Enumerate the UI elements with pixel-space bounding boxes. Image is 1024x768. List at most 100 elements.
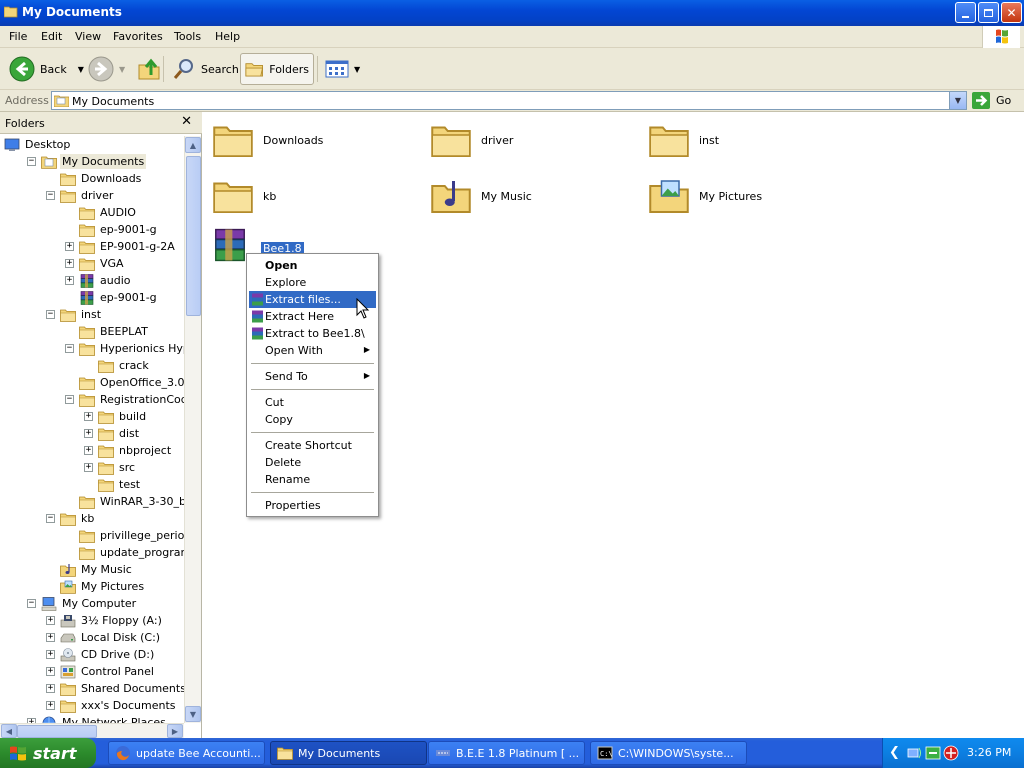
expand-icon[interactable]: + <box>84 429 93 438</box>
tree-item[interactable]: audio <box>79 272 132 289</box>
tree-item[interactable]: Local Disk (C:) <box>60 629 162 646</box>
restore-button[interactable] <box>978 2 999 23</box>
collapse-icon[interactable]: − <box>27 599 36 608</box>
context-menu-item[interactable]: Properties <box>249 497 376 514</box>
scroll-left-icon[interactable]: ◀ <box>1 724 17 738</box>
tree-item[interactable]: OpenOffice_3.0 <box>79 374 184 391</box>
file-item[interactable]: My Pictures <box>649 176 762 216</box>
tree-hscroll-thumb[interactable] <box>17 725 97 738</box>
tree-item[interactable]: driver <box>60 187 115 204</box>
expand-icon[interactable]: + <box>84 412 93 421</box>
search-button[interactable]: Search <box>168 53 243 85</box>
menu-favorites[interactable]: Favorites <box>113 30 163 43</box>
tree-item[interactable]: privillege_periode <box>79 527 184 544</box>
tree-item[interactable]: 3½ Floppy (A:) <box>60 612 164 629</box>
context-menu-item[interactable]: Cut <box>249 394 376 411</box>
expand-icon[interactable]: + <box>65 276 74 285</box>
forward-button[interactable]: ▼ <box>84 53 129 85</box>
menu-view[interactable]: View <box>75 30 101 43</box>
context-menu-item[interactable]: Send To ▶ <box>249 368 376 385</box>
tree-item[interactable]: Control Panel <box>60 663 156 680</box>
menu-edit[interactable]: Edit <box>41 30 62 43</box>
context-menu-item[interactable]: Open With ▶ <box>249 342 376 359</box>
file-item[interactable]: Downloads <box>213 120 323 160</box>
tree-item[interactable]: Shared Documents <box>60 680 184 697</box>
context-menu-item[interactable]: Extract to Bee1.8\ <box>249 325 376 342</box>
network-status-icon[interactable] <box>907 745 923 761</box>
tree-vertical-scrollbar[interactable]: ▲ ▼ <box>184 136 201 723</box>
start-button[interactable]: start <box>0 738 96 768</box>
collapse-icon[interactable]: − <box>65 344 74 353</box>
folders-pane-close-icon[interactable]: ✕ <box>181 114 192 129</box>
folders-button[interactable]: Folders <box>240 53 314 85</box>
file-item[interactable]: driver <box>431 120 513 160</box>
tree-item[interactable]: Desktop <box>4 136 72 153</box>
address-dropdown-icon[interactable]: ▼ <box>949 92 966 109</box>
collapse-icon[interactable]: − <box>46 191 55 200</box>
security-center-icon[interactable] <box>925 745 941 761</box>
tree-item[interactable]: kb <box>60 510 96 527</box>
back-button[interactable]: Back ▼ <box>5 53 88 85</box>
expand-icon[interactable]: + <box>65 259 74 268</box>
tree-item[interactable]: My Documents <box>41 153 147 170</box>
scroll-right-icon[interactable]: ▶ <box>167 724 183 738</box>
tree-item[interactable]: src <box>98 459 137 476</box>
close-button[interactable]: ✕ <box>1001 2 1022 23</box>
taskbar-button[interactable]: My Documents <box>270 741 427 765</box>
expand-icon[interactable]: + <box>46 684 55 693</box>
menu-file[interactable]: File <box>9 30 27 43</box>
tree-item[interactable]: My Pictures <box>60 578 146 595</box>
tree-scroll-thumb[interactable] <box>186 156 201 316</box>
tree-item[interactable]: CD Drive (D:) <box>60 646 156 663</box>
context-menu-item[interactable]: Delete <box>249 454 376 471</box>
scroll-up-icon[interactable]: ▲ <box>185 137 201 153</box>
file-item[interactable]: kb <box>213 176 276 216</box>
file-item[interactable]: inst <box>649 120 719 160</box>
tree-item[interactable]: My Music <box>60 561 134 578</box>
clock[interactable]: 3:26 PM <box>967 746 1011 759</box>
forward-dropdown-icon[interactable]: ▼ <box>119 65 125 74</box>
context-menu-item[interactable]: Open <box>249 257 376 274</box>
tree-item[interactable]: ep-9001-g <box>79 289 159 306</box>
address-input[interactable]: My Documents ▼ <box>51 91 967 110</box>
go-button[interactable]: Go <box>972 92 1011 109</box>
menu-tools[interactable]: Tools <box>174 30 201 43</box>
tree-item[interactable]: xxx's Documents <box>60 697 178 714</box>
up-folder-button[interactable] <box>133 53 165 85</box>
back-arrow-icon[interactable]: ❮ <box>889 745 900 760</box>
tree-item[interactable]: EP-9001-g-2A <box>79 238 177 255</box>
expand-icon[interactable]: + <box>84 446 93 455</box>
expand-icon[interactable]: + <box>46 650 55 659</box>
expand-icon[interactable]: + <box>84 463 93 472</box>
taskbar-button[interactable]: B.E.E 1.8 Platinum [ ... <box>428 741 585 765</box>
tree-item[interactable]: VGA <box>79 255 126 272</box>
collapse-icon[interactable]: − <box>46 514 55 523</box>
tree-item[interactable]: AUDIO <box>79 204 138 221</box>
expand-icon[interactable]: + <box>46 701 55 710</box>
tree-item[interactable]: My Computer <box>41 595 138 612</box>
taskbar-button[interactable]: update Bee Accounti... <box>108 741 265 765</box>
collapse-icon[interactable]: − <box>65 395 74 404</box>
tree-item[interactable]: inst <box>60 306 103 323</box>
expand-icon[interactable]: + <box>46 633 55 642</box>
title-bar[interactable]: My Documents ✕ <box>0 0 1024 26</box>
tree-item[interactable]: Downloads <box>60 170 143 187</box>
tree-horizontal-scrollbar[interactable]: ◀ ▶ <box>0 723 184 738</box>
tree-item[interactable]: WinRAR_3-30_b2_US <box>79 493 184 510</box>
back-dropdown-icon[interactable]: ▼ <box>78 65 84 74</box>
expand-icon[interactable]: + <box>46 667 55 676</box>
tree-item[interactable]: Hyperionics HyperSna <box>79 340 184 357</box>
antivirus-shield-icon[interactable] <box>943 745 959 761</box>
minimize-button[interactable] <box>955 2 976 23</box>
file-item[interactable]: My Music <box>431 176 532 216</box>
tree-item[interactable]: crack <box>98 357 151 374</box>
collapse-icon[interactable]: − <box>46 310 55 319</box>
collapse-icon[interactable]: − <box>27 157 36 166</box>
expand-icon[interactable]: + <box>46 616 55 625</box>
tree-item[interactable]: test <box>98 476 142 493</box>
context-menu-item[interactable]: Create Shortcut <box>249 437 376 454</box>
taskbar-button[interactable]: C:\ C:\WINDOWS\syste... <box>590 741 747 765</box>
tree-item[interactable]: RegistrationCode <box>79 391 184 408</box>
expand-icon[interactable]: + <box>65 242 74 251</box>
views-button[interactable]: ▼ <box>321 53 364 85</box>
